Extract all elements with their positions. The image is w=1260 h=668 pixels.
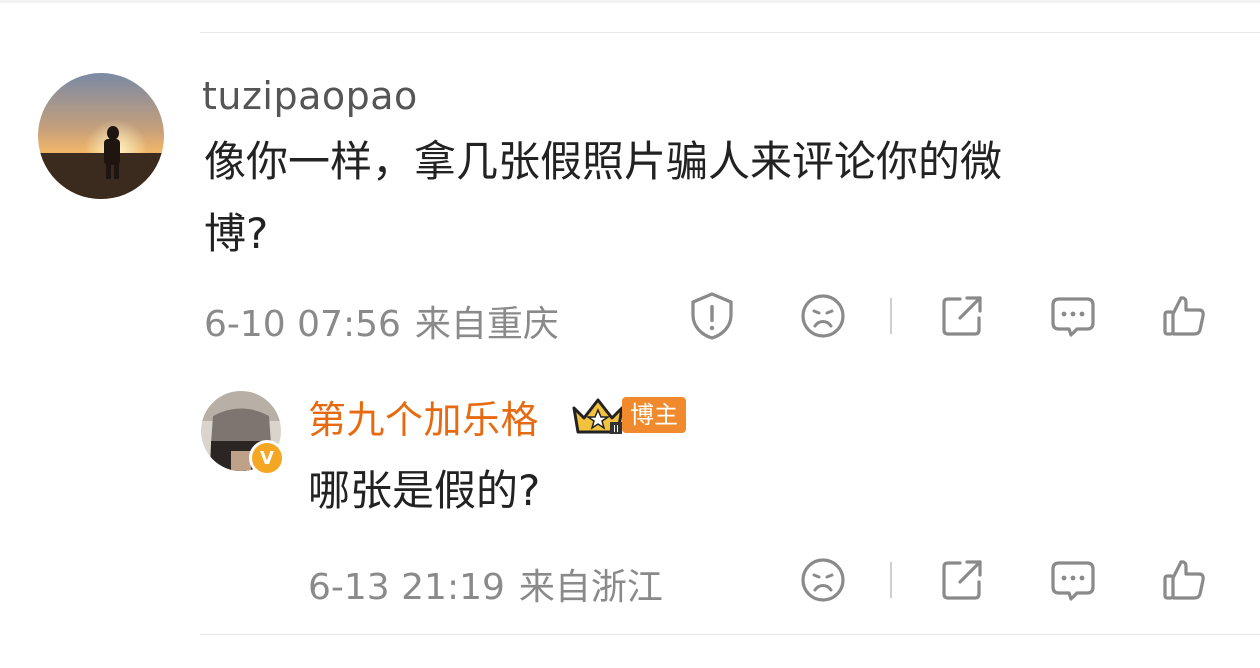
comment-location: 来自重庆 — [414, 304, 559, 345]
separator — [890, 562, 892, 598]
dislike-face-icon[interactable] — [796, 553, 850, 607]
comment-text: 像你一样，拿几张假照片骗人来评论你的微 博? — [204, 126, 1002, 270]
reply-username[interactable]: 第九个加乐格 — [308, 389, 539, 444]
comment-text-line: 博? — [204, 209, 269, 258]
crown-icon: II — [572, 398, 624, 435]
share-icon[interactable] — [935, 553, 989, 607]
bottom-divider — [200, 634, 1260, 635]
avatar[interactable] — [38, 73, 164, 199]
comment-icon[interactable] — [1046, 289, 1100, 343]
dislike-face-icon[interactable] — [796, 289, 850, 343]
username[interactable]: tuzipaopao — [202, 74, 418, 118]
comment-meta: 6-10 07:56 来自重庆 — [204, 295, 573, 347]
verified-badge: V — [249, 440, 285, 476]
reply-date: 6-13 21:19 — [308, 567, 505, 608]
host-badge-label: 博主 — [622, 397, 686, 433]
reply-location: 来自浙江 — [518, 567, 663, 608]
comment-icon[interactable] — [1046, 553, 1100, 607]
reply-text: 哪张是假的? — [308, 466, 541, 515]
top-divider — [200, 32, 1260, 33]
thumbs-up-icon[interactable] — [1157, 289, 1211, 343]
comment-date: 6-10 07:56 — [204, 304, 401, 345]
reply-meta: 6-13 21:19 来自浙江 — [308, 558, 677, 610]
share-icon[interactable] — [935, 289, 989, 343]
thumbs-up-icon[interactable] — [1157, 553, 1211, 607]
top-edge — [0, 0, 1260, 3]
comment-text-line: 像你一样，拿几张假照片骗人来评论你的微 — [204, 137, 1003, 186]
report-icon[interactable] — [685, 289, 739, 343]
separator — [890, 298, 892, 334]
svg-text:II: II — [613, 424, 619, 435]
host-badge: II 博主 — [570, 394, 686, 436]
